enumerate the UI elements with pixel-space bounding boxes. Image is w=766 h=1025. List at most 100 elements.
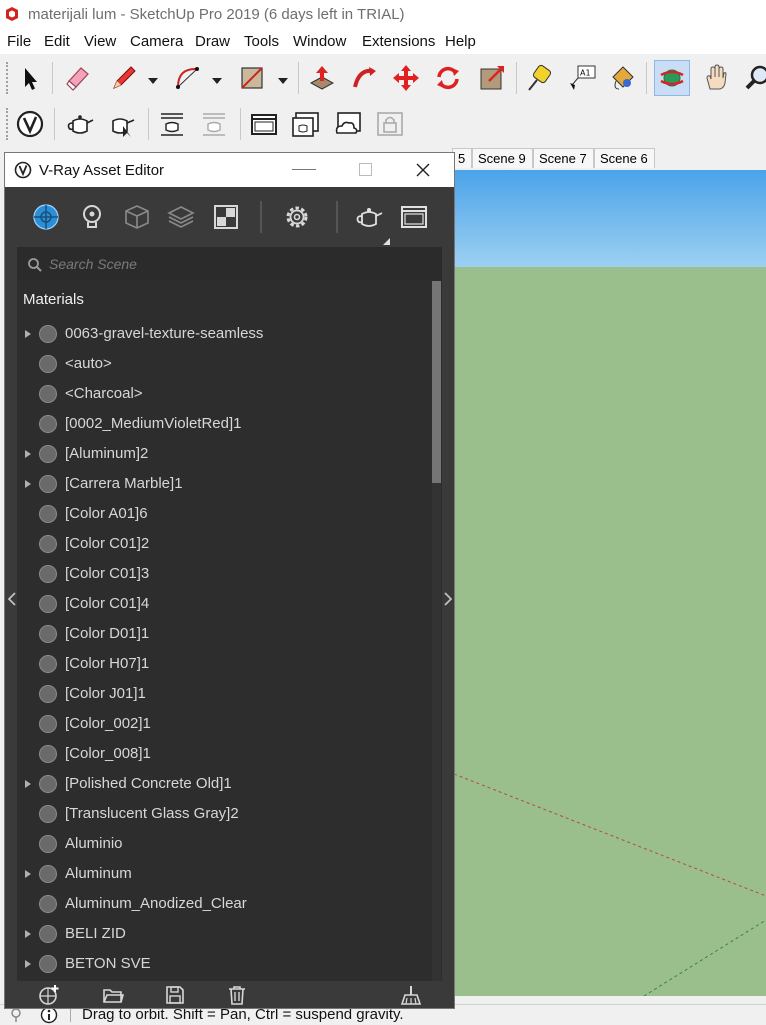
scene-tab[interactable]: 5 [452,148,472,168]
material-row[interactable]: [Color A01]6 [17,499,429,529]
toolbar-grip[interactable] [6,108,10,140]
material-row[interactable]: [0002_MediumVioletRed]1 [17,409,429,439]
material-row[interactable]: [Translucent Glass Gray]2 [17,799,429,829]
material-name: [Color J01]1 [65,685,146,702]
expand-arrow-icon[interactable] [25,480,31,488]
material-row[interactable]: [Aluminum]2 [17,439,429,469]
material-row[interactable]: Aluminum_Anodized_Clear [17,889,429,919]
toolbar-grip[interactable] [6,62,10,94]
batch-render-button[interactable] [154,106,190,142]
scene-tab[interactable]: Scene 7 [533,148,594,168]
interactive-render-button[interactable] [104,106,140,142]
line-dropdown-arrow[interactable] [148,78,158,84]
menu-help[interactable]: Help [445,33,476,50]
line-tool-button[interactable] [106,60,142,96]
material-row[interactable]: [Color J01]1 [17,679,429,709]
rotate-tool-button[interactable] [430,60,466,96]
menu-file[interactable]: File [7,33,31,50]
tab-geometry[interactable] [119,199,155,235]
material-row[interactable]: [Color C01]4 [17,589,429,619]
model-viewport[interactable] [454,170,766,996]
follow-me-tool-button[interactable] [346,60,382,96]
arc-dropdown-arrow[interactable] [212,78,222,84]
render-cloud-button[interactable] [196,106,232,142]
material-row[interactable]: [Color_002]1 [17,709,429,739]
zoom-tool-button[interactable] [740,60,766,96]
expand-right-icon[interactable] [443,591,453,607]
expand-arrow-icon[interactable] [25,450,31,458]
select-tool-button[interactable] [12,60,48,96]
scene-tab[interactable]: Scene 9 [472,148,533,168]
material-row[interactable]: [Color H07]1 [17,649,429,679]
render-teapot-button[interactable] [351,199,387,235]
rectangle-tool-button[interactable] [234,60,270,96]
eraser-tool-button[interactable] [60,60,96,96]
render-region-button[interactable] [288,106,324,142]
render-options-arrow[interactable] [383,231,390,245]
material-row[interactable]: BELI ZID [17,919,429,949]
arc-tool-button[interactable] [170,60,206,96]
close-icon[interactable] [416,163,430,177]
move-tool-button[interactable] [388,60,424,96]
open-file-button[interactable] [101,984,125,1006]
search-scene-field[interactable]: Search Scene [17,247,442,281]
expand-arrow-icon[interactable] [25,780,31,788]
scale-icon [480,66,504,90]
pan-tool-button[interactable] [698,60,734,96]
purge-unused-button[interactable] [399,984,423,1006]
tab-settings[interactable] [279,199,315,235]
list-scrollbar[interactable] [432,281,441,981]
collapse-left-icon[interactable] [7,591,17,607]
tab-materials[interactable] [28,199,64,235]
render-button[interactable] [62,106,98,142]
push-pull-tool-button[interactable] [304,60,340,96]
tab-lights[interactable] [74,199,110,235]
vray-asset-editor-button[interactable] [12,106,48,142]
expand-arrow-icon[interactable] [25,960,31,968]
material-row[interactable]: [Carrera Marble]1 [17,469,429,499]
minimize-button[interactable] [292,169,316,170]
paint-bucket-tool-button[interactable] [604,60,640,96]
material-row[interactable]: <Charcoal> [17,379,429,409]
scale-tool-button[interactable] [474,60,510,96]
frame-buffer-button[interactable] [246,106,282,142]
add-material-button[interactable] [37,984,61,1006]
menu-edit[interactable]: Edit [44,33,70,50]
frame-buffer-button[interactable] [396,199,432,235]
material-row[interactable]: [Color_008]1 [17,739,429,769]
menu-view[interactable]: View [84,33,116,50]
material-row[interactable]: [Color C01]3 [17,559,429,589]
material-row[interactable]: <auto> [17,349,429,379]
expand-arrow-icon[interactable] [25,930,31,938]
material-row[interactable]: Aluminio [17,829,429,859]
lock-camera-button[interactable] [372,106,408,142]
save-button[interactable] [163,984,187,1006]
delete-button[interactable] [225,984,249,1006]
tape-measure-tool-button[interactable] [522,60,558,96]
expand-arrow-icon[interactable] [25,330,31,338]
material-row[interactable]: [Polished Concrete Old]1 [17,769,429,799]
scrollbar-thumb[interactable] [432,281,441,483]
menu-tools[interactable]: Tools [244,33,279,50]
tab-render-elements[interactable] [163,199,199,235]
cloud-render-button[interactable] [330,106,366,142]
text-tool-button[interactable]: A1 [564,60,600,96]
material-row[interactable]: Aluminum [17,859,429,889]
material-row[interactable]: 0063-gravel-texture-seamless [17,319,429,349]
expand-arrow-icon[interactable] [25,870,31,878]
material-row[interactable]: [Color C01]2 [17,529,429,559]
material-row[interactable]: [Color D01]1 [17,619,429,649]
material-row[interactable]: BETON SVE [17,949,429,979]
menu-window[interactable]: Window [293,33,346,50]
orbit-tool-button[interactable] [654,60,690,96]
asset-editor-title-bar[interactable]: V-Ray Asset Editor [5,153,454,187]
material-swatch-icon [39,865,57,883]
menu-extensions[interactable]: Extensions [362,33,435,50]
geo-location-icon[interactable] [8,1007,24,1023]
tab-textures[interactable] [208,199,244,235]
rectangle-dropdown-arrow[interactable] [278,78,288,84]
menu-camera[interactable]: Camera [130,33,183,50]
scene-tab[interactable]: Scene 6 [594,148,655,168]
menu-draw[interactable]: Draw [195,33,230,50]
maximize-button[interactable] [359,163,372,176]
